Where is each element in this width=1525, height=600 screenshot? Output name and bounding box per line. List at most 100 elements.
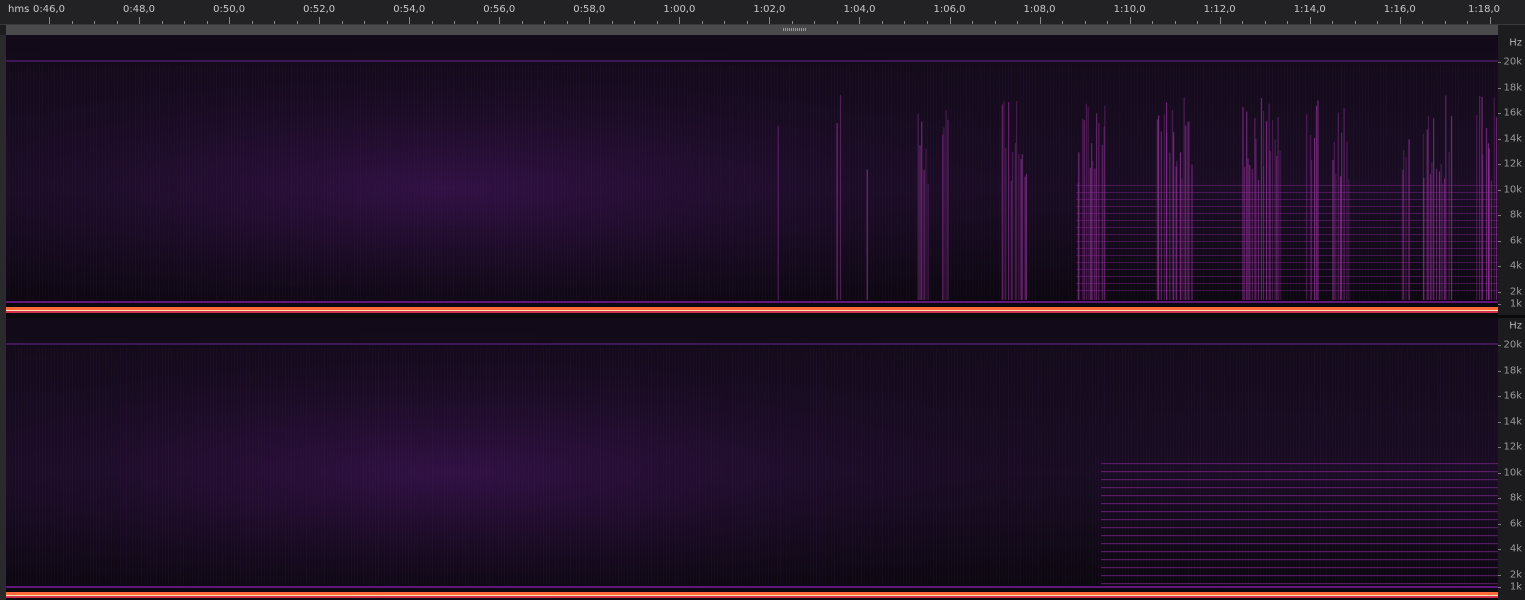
time-tick-minor [1354,21,1356,24]
spectrogram-transient [1160,131,1162,300]
spectrogram-harmonic [1076,269,1498,270]
spectrogram-transient [1343,108,1345,300]
spectrogram-transient [1008,102,1010,301]
frequency-tick-label: 12k [1503,158,1522,170]
time-tick-minor [341,21,343,24]
spectrogram-transient [1263,166,1265,300]
time-tick-minor [701,21,703,24]
frequency-tick [1498,266,1501,268]
time-tick-label: 0:58,0 [573,4,606,15]
spectrogram-transient [1020,159,1022,300]
time-unit-label: hms [8,4,30,15]
spectrogram-transient [1015,100,1018,301]
time-tick-major [769,17,771,24]
spectrogram-transient [1156,119,1158,300]
spectrogram-transient [836,123,838,300]
spectrogram-transient [925,148,927,300]
time-tick-minor [476,21,478,24]
time-tick-label: 1:10,0 [1113,4,1146,15]
spectrogram-transient [941,134,944,300]
time-tick-major [589,17,591,24]
spectrogram-transient [1431,162,1433,300]
spectrogram-transient [1274,139,1276,300]
time-tick-minor [1287,21,1289,24]
spectrogram-transient [1179,152,1182,300]
time-tick-major [1489,17,1491,24]
spectrogram-transient [1426,129,1428,300]
spectrogram-band-low [6,301,1498,303]
spectrogram-transient [1187,121,1189,300]
time-tick-minor [814,21,816,24]
spectrogram-transient [921,121,923,300]
spectrogram-harmonic [1101,527,1498,529]
spectrogram-harmonic [1101,463,1498,465]
spectrogram-harmonic [1076,241,1498,242]
time-tick-minor [1107,21,1109,24]
time-tick-minor [634,21,636,24]
spectrogram-transient [1448,152,1450,300]
time-tick-label: 1:14,0 [1293,4,1326,15]
spectrogram-harmonic [1076,234,1498,235]
frequency-tick-label: 8k [1509,209,1522,221]
time-ruler[interactable]: hms 0:46,0 0:48,0 0:50,0 0:52,0 0:54,0 0:56,0… [0,0,1525,25]
time-tick-major [1309,17,1311,24]
frequency-tick [1498,215,1501,217]
frequency-tick [1498,164,1501,166]
time-tick-major [49,17,50,24]
spectrogram-transient [1405,157,1407,300]
spectrogram-transient [1265,121,1268,300]
frequency-tick [1498,472,1501,474]
time-tick-minor [454,21,456,24]
spectrogram-transient [1450,116,1453,301]
time-tick-minor [972,21,973,24]
frequency-tick [1498,421,1501,423]
time-tick-label: 1:16,0 [1383,4,1416,15]
spectrogram-transient [1443,178,1446,300]
spectrogram-transient [1247,158,1249,300]
spectrogram-transient [1025,173,1027,300]
frequency-tick [1498,87,1501,89]
spectrogram-harmonic [1101,495,1498,497]
frequency-axis-channel-2: Hz 20k 18k 16k 14k 12k 10k 8k 6k 4k 2k 1k [1498,318,1525,600]
spectrogram-transient [1246,111,1248,300]
spectrogram-transient [947,119,949,300]
frequency-tick-label: 20k [1503,56,1522,68]
time-tick-major [949,17,951,24]
frequency-tick [1498,113,1501,115]
horizontal-scrollbar[interactable] [6,25,1498,35]
spectrogram-channel-1[interactable] [6,35,1498,315]
spectrogram-band-fundamental-lower [6,596,1498,598]
frequency-tick-label: 18k [1503,82,1522,94]
spectrogram-transient [1098,122,1100,300]
time-tick-minor [1062,21,1064,24]
time-tick-minor [566,21,568,24]
spectrogram-transient [1315,105,1318,300]
spectrogram-harmonic [1101,543,1498,545]
spectrogram-transient [1010,180,1012,300]
time-tick-minor [904,21,906,24]
time-tick-label: 0:56,0 [483,4,516,15]
spectrogram-harmonic [1076,206,1498,207]
frequency-tick [1498,240,1501,242]
time-tick-minor [1084,21,1086,24]
frequency-tick [1498,189,1501,191]
spectrogram-band-peak [6,595,1498,596]
time-tick-minor [544,21,546,24]
spectrogram-channel-2[interactable] [6,318,1498,600]
spectrogram-transient [1087,107,1089,301]
spectrogram-transient [1317,100,1319,301]
spectrogram-transient [1310,160,1313,300]
time-tick-minor [364,21,366,24]
time-tick-label: 0:54,0 [393,4,426,15]
spectrogram-transient [1341,132,1343,300]
frequency-tick [1498,62,1501,63]
time-tick-major [1129,17,1131,24]
spectrogram-transient [1309,134,1312,300]
time-tick-minor [1467,21,1469,24]
spectrogram-harmonic [1076,255,1498,256]
time-tick-minor [656,21,658,24]
time-tick-minor [994,21,996,24]
scroll-grip-icon[interactable] [783,28,807,31]
spectrogram-harmonic [1076,248,1498,249]
frequency-tick-label: 10k [1503,467,1522,479]
